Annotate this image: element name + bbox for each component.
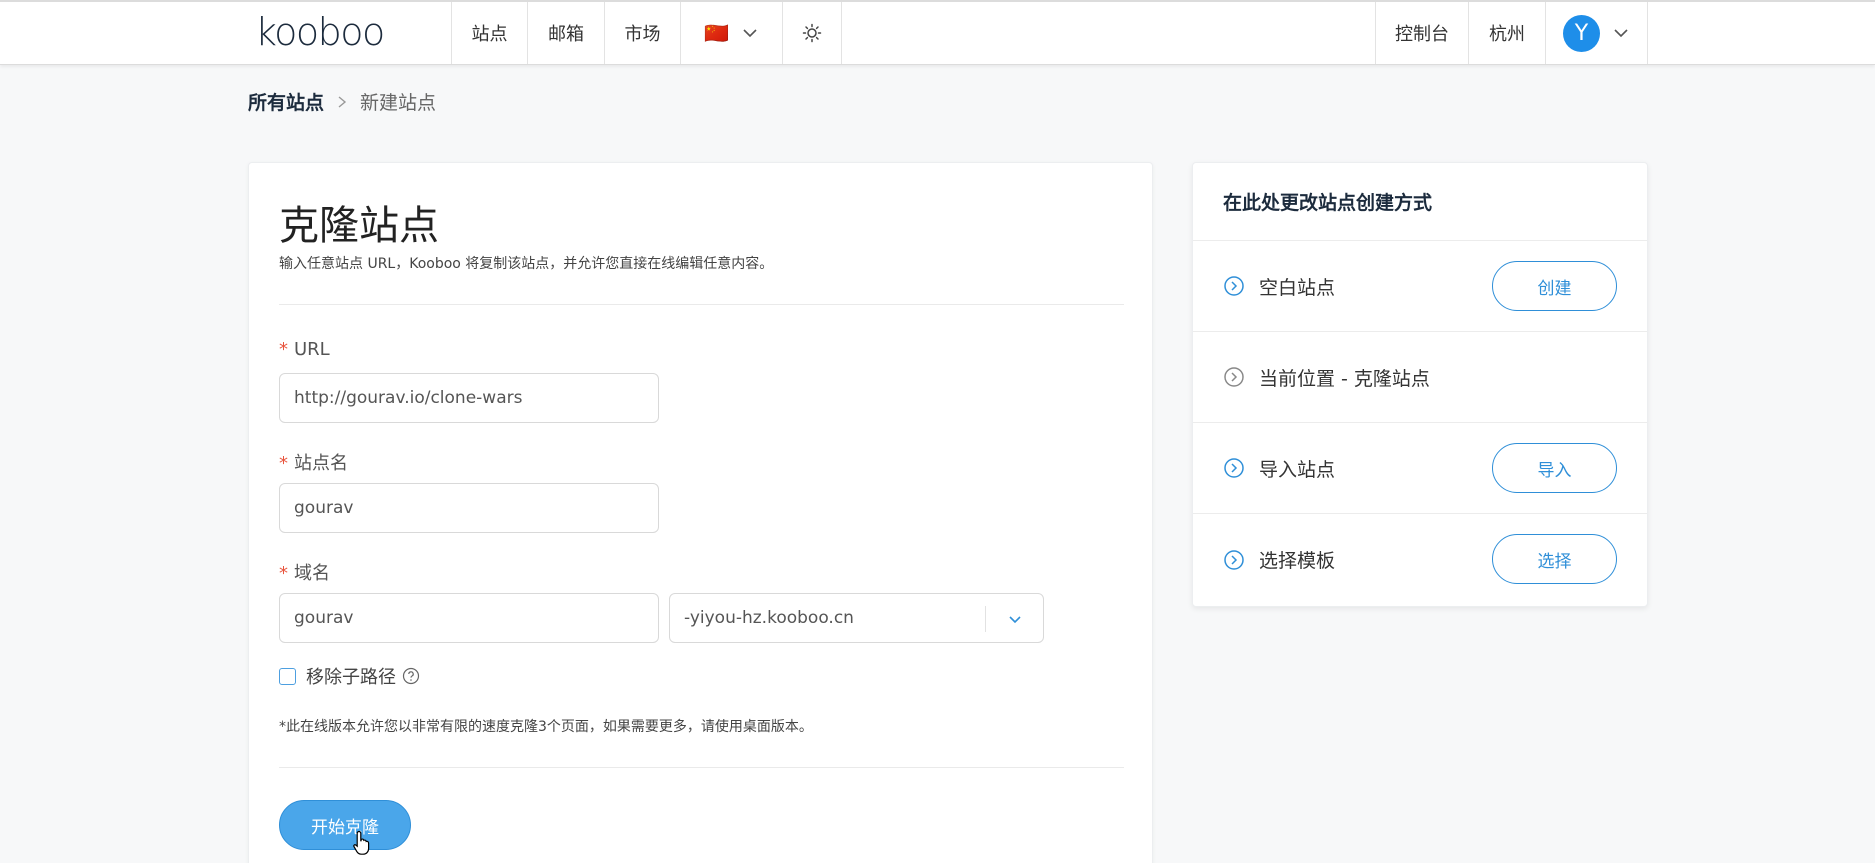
breadcrumb-all-sites[interactable]: 所有站点: [248, 88, 324, 115]
option-current-clone-label: 当前位置 - 克隆站点: [1259, 367, 1430, 390]
nav-region-label: 杭州: [1489, 24, 1525, 45]
url-input-value: http://gourav.io/clone-wars: [294, 388, 523, 408]
user-menu[interactable]: Y: [1545, 2, 1648, 64]
hand-cursor-icon: [353, 830, 370, 855]
remove-subpath-checkbox[interactable]: [279, 667, 296, 685]
option-import-site: 导入站点 导入: [1193, 423, 1647, 514]
chevron-circle-right-icon: [1224, 367, 1244, 387]
china-flag-icon: 🇨🇳: [704, 21, 729, 45]
theme-toggle[interactable]: [782, 2, 842, 64]
divider: [279, 304, 1124, 305]
nav-market[interactable]: 市场: [604, 2, 680, 64]
page-subtitle: 输入任意站点 URL，Kooboo 将复制该站点，并允许您直接在线编辑任意内容。: [279, 256, 774, 272]
kooboo-logo[interactable]: kooboo: [255, 10, 385, 54]
domain-input[interactable]: gourav: [279, 593, 659, 643]
domain-input-value: gourav: [294, 608, 354, 628]
sun-icon: [802, 23, 822, 43]
domain-suffix-select[interactable]: -yiyou-hz.kooboo.cn: [669, 593, 1044, 643]
start-clone-button[interactable]: 开始克隆: [279, 800, 411, 850]
import-button[interactable]: 导入: [1492, 443, 1617, 493]
url-label: * URL: [279, 339, 330, 360]
chevron-circle-right-icon: [1224, 458, 1244, 478]
clone-limit-note: *此在线版本允许您以非常有限的速度克隆3个页面，如果需要更多，请使用桌面版本。: [279, 719, 813, 735]
required-mark: *: [279, 563, 288, 584]
remove-subpath-label[interactable]: 移除子路径: [306, 663, 396, 689]
domain-label-text: 域名: [294, 563, 330, 584]
breadcrumb: 所有站点 新建站点: [248, 88, 436, 115]
site-name-label-text: 站点名: [294, 453, 348, 474]
remove-subpath-row: 移除子路径: [279, 663, 420, 689]
required-mark: *: [279, 453, 288, 474]
question-circle-icon[interactable]: [402, 667, 420, 685]
chevron-right-icon: [338, 95, 347, 108]
page-title: 克隆站点: [279, 203, 439, 249]
option-import-site-label: 导入站点: [1259, 458, 1336, 481]
nav-sites-label: 站点: [471, 24, 508, 45]
url-label-text: URL: [294, 339, 330, 360]
nav-mail[interactable]: 邮箱: [527, 2, 604, 64]
option-select-template-label: 选择模板: [1259, 550, 1336, 572]
site-name-input[interactable]: gourav: [279, 483, 659, 533]
nav-console[interactable]: 控制台: [1375, 2, 1468, 64]
chevron-down-icon: [1008, 616, 1021, 624]
chevron-circle-right-icon: [1224, 549, 1244, 570]
required-mark: *: [279, 339, 288, 360]
nav-market-label: 市场: [624, 24, 661, 45]
site-name-label: * 站点名: [279, 449, 348, 475]
nav-sites[interactable]: 站点: [451, 2, 527, 64]
chevron-down-icon: [743, 29, 757, 38]
option-select-template: 选择模板 选择: [1193, 514, 1647, 605]
url-input[interactable]: http://gourav.io/clone-wars: [279, 373, 659, 423]
chevron-down-icon: [1614, 29, 1628, 38]
site-name-input-value: gourav: [294, 498, 354, 518]
option-blank-site: 空白站点 创建: [1193, 241, 1647, 332]
option-current-clone: 当前位置 - 克隆站点: [1193, 332, 1647, 423]
top-header: kooboo 站点 邮箱 市场 🇨🇳 控制台 杭州 Y: [0, 0, 1875, 65]
nav-console-label: 控制台: [1395, 24, 1449, 45]
nav-mail-label: 邮箱: [548, 24, 584, 45]
chevron-circle-right-icon: [1224, 276, 1244, 296]
select-template-button[interactable]: 选择: [1492, 534, 1617, 584]
creation-method-card: 在此处更改站点创建方式 空白站点 创建 当前位置 - 克隆站点 导入站点 导入 …: [1192, 162, 1648, 607]
divider: [279, 767, 1124, 768]
domain-suffix-toggle[interactable]: [985, 606, 1043, 632]
option-blank-site-label: 空白站点: [1259, 276, 1336, 299]
language-selector[interactable]: 🇨🇳: [680, 2, 782, 64]
avatar: Y: [1563, 14, 1600, 52]
breadcrumb-new-site: 新建站点: [360, 92, 437, 114]
create-blank-button[interactable]: 创建: [1492, 261, 1617, 311]
clone-site-card: 克隆站点 输入任意站点 URL，Kooboo 将复制该站点，并允许您直接在线编辑…: [248, 162, 1153, 863]
nav-region[interactable]: 杭州: [1468, 2, 1545, 64]
domain-label: * 域名: [279, 559, 330, 585]
domain-suffix-value: -yiyou-hz.kooboo.cn: [684, 608, 854, 628]
creation-method-title: 在此处更改站点创建方式: [1193, 163, 1647, 241]
